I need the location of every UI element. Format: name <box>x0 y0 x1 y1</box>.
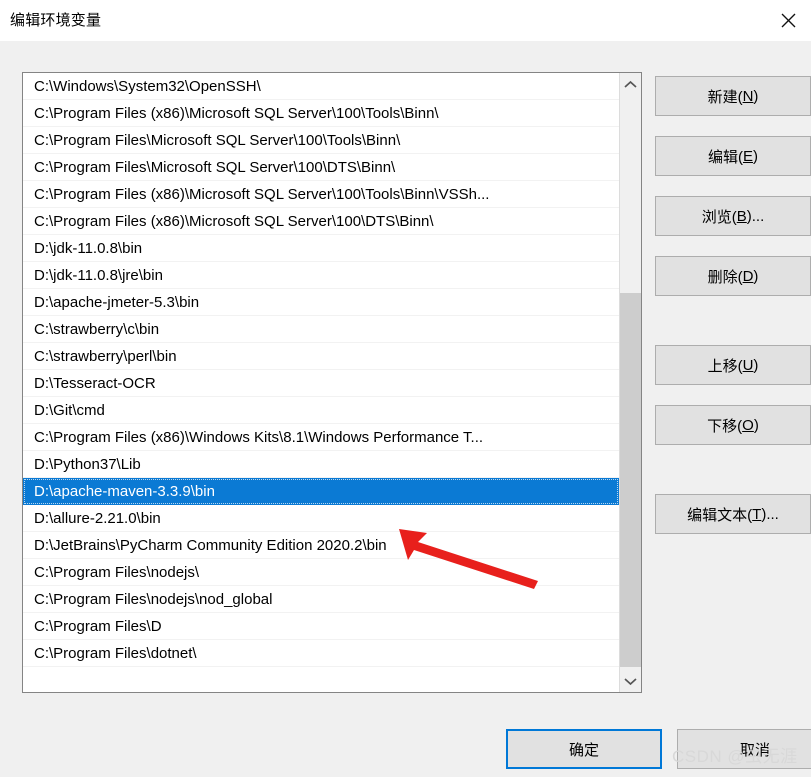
ok-button[interactable]: 确定 <box>506 729 662 769</box>
list-item[interactable]: C:\Program Files (x86)\Microsoft SQL Ser… <box>23 208 619 235</box>
list-item[interactable]: C:\strawberry\perl\bin <box>23 343 619 370</box>
list-item[interactable]: C:\Program Files\Microsoft SQL Server\10… <box>23 154 619 181</box>
list-item[interactable]: C:\Windows\System32\OpenSSH\ <box>23 73 619 100</box>
list-item[interactable]: C:\Program Files (x86)\Microsoft SQL Ser… <box>23 100 619 127</box>
cancel-button[interactable]: 取消 <box>677 729 811 769</box>
list-item[interactable]: C:\Program Files (x86)\Microsoft SQL Ser… <box>23 181 619 208</box>
delete-button[interactable]: 删除(D) <box>655 256 811 296</box>
chevron-up-icon <box>624 80 637 89</box>
path-list-rows: C:\Windows\System32\OpenSSH\ C:\Program F… <box>23 73 619 692</box>
list-item[interactable]: D:\JetBrains\PyCharm Community Edition 2… <box>23 532 619 559</box>
scroll-up-button[interactable] <box>620 73 641 95</box>
close-button[interactable] <box>765 0 811 41</box>
scrollbar-thumb[interactable] <box>620 293 641 667</box>
list-item[interactable]: D:\allure-2.21.0\bin <box>23 505 619 532</box>
list-item[interactable]: C:\Program Files\Microsoft SQL Server\10… <box>23 127 619 154</box>
path-list-box[interactable]: C:\Windows\System32\OpenSSH\ C:\Program F… <box>22 72 642 693</box>
list-item[interactable]: D:\jdk-11.0.8\jre\bin <box>23 262 619 289</box>
scroll-down-button[interactable] <box>620 670 641 692</box>
list-item[interactable]: D:\apache-jmeter-5.3\bin <box>23 289 619 316</box>
list-item[interactable]: C:\strawberry\c\bin <box>23 316 619 343</box>
list-item[interactable]: C:\Program Files\nodejs\ <box>23 559 619 586</box>
edit-text-button[interactable]: 编辑文本(T)... <box>655 494 811 534</box>
list-item[interactable]: D:\Git\cmd <box>23 397 619 424</box>
list-item[interactable]: C:\Program Files (x86)\Windows Kits\8.1\… <box>23 424 619 451</box>
edit-button[interactable]: 编辑(E) <box>655 136 811 176</box>
list-item[interactable]: D:\Tesseract-OCR <box>23 370 619 397</box>
new-button[interactable]: 新建(N) <box>655 76 811 116</box>
list-item[interactable]: C:\Program Files\dotnet\ <box>23 640 619 667</box>
list-scrollbar[interactable] <box>619 73 641 692</box>
browse-button[interactable]: 浏览(B)... <box>655 196 811 236</box>
window-title: 编辑环境变量 <box>10 12 102 29</box>
move-up-button[interactable]: 上移(U) <box>655 345 811 385</box>
list-item[interactable]: C:\Program Files\D <box>23 613 619 640</box>
list-item-selected[interactable]: D:\apache-maven-3.3.9\bin <box>23 478 619 505</box>
list-item[interactable]: D:\Python37\Lib <box>23 451 619 478</box>
chevron-down-icon <box>624 677 637 686</box>
move-down-button[interactable]: 下移(O) <box>655 405 811 445</box>
title-bar: 编辑环境变量 <box>0 0 811 42</box>
list-item[interactable]: D:\jdk-11.0.8\bin <box>23 235 619 262</box>
list-item[interactable]: C:\Program Files\nodejs\nod_global <box>23 586 619 613</box>
close-icon <box>781 13 796 28</box>
